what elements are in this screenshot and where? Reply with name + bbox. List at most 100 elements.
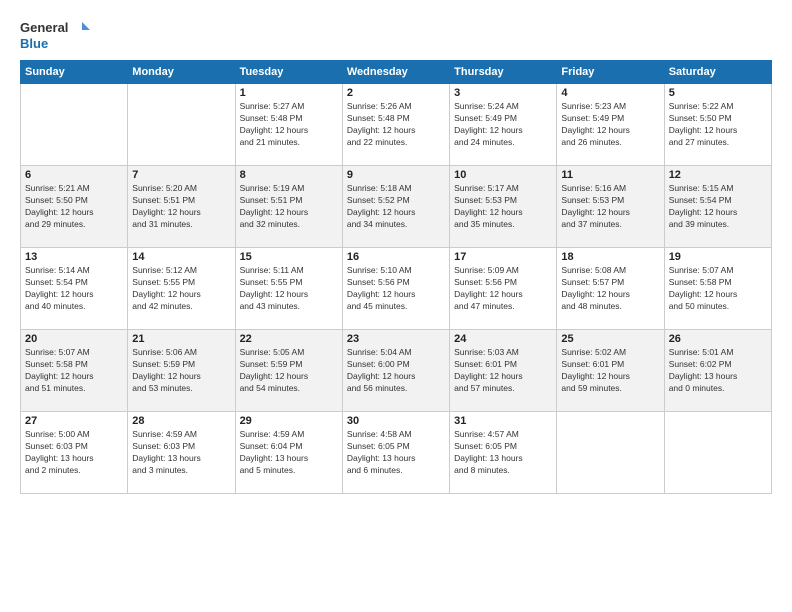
day-number: 3 [454,87,552,99]
page-header: General Blue [20,16,772,52]
calendar-cell: 21Sunrise: 5:06 AM Sunset: 5:59 PM Dayli… [128,330,235,412]
calendar-cell: 16 Sunrise: 5:10 AM Sunset: 5:56 PM Dayli… [342,248,449,330]
cell-daylight-info: Sunrise: 5:02 AM Sunset: 6:01 PM Dayligh… [561,347,659,395]
calendar-cell: 14 Sunrise: 5:12 AM Sunset: 5:55 PM Dayli… [128,248,235,330]
calendar-cell: 22Sunrise: 5:05 AM Sunset: 5:59 PM Dayli… [235,330,342,412]
day-number: 5 [669,87,767,99]
calendar-cell: 7Sunrise: 5:20 AM Sunset: 5:51 PM Daylig… [128,166,235,248]
day-number: 24 [454,333,552,345]
day-number: 15 [240,251,338,263]
calendar-week-1: 1 Sunrise: 5:27 AM Sunset: 5:48 PM Daylig… [21,84,772,166]
calendar-cell: 18 Sunrise: 5:08 AM Sunset: 5:57 PM Dayli… [557,248,664,330]
cell-daylight-info: Sunrise: 5:21 AM Sunset: 5:50 PM Dayligh… [25,183,123,231]
svg-text:General: General [20,20,68,35]
logo: General Blue [20,16,90,52]
cell-daylight-info: Sunrise: 5:18 AM Sunset: 5:52 PM Dayligh… [347,183,445,231]
calendar-cell: 29 Sunrise: 4:59 AM Sunset: 6:04 PM Dayli… [235,412,342,494]
cell-daylight-info: Sunrise: 5:07 AM Sunset: 5:58 PM Dayligh… [669,265,767,313]
day-number: 16 [347,251,445,263]
calendar-cell: 3 Sunrise: 5:24 AM Sunset: 5:49 PM Daylig… [450,84,557,166]
cell-daylight-info: Sunrise: 5:12 AM Sunset: 5:55 PM Dayligh… [132,265,230,313]
column-header-wednesday: Wednesday [342,61,449,84]
cell-daylight-info: Sunrise: 5:03 AM Sunset: 6:01 PM Dayligh… [454,347,552,395]
cell-daylight-info: Sunrise: 5:15 AM Sunset: 5:54 PM Dayligh… [669,183,767,231]
cell-daylight-info: Sunrise: 5:07 AM Sunset: 5:58 PM Dayligh… [25,347,123,395]
calendar-week-4: 20 Sunrise: 5:07 AM Sunset: 5:58 PM Dayli… [21,330,772,412]
day-number: 19 [669,251,767,263]
calendar-cell [664,412,771,494]
day-number: 17 [454,251,552,263]
column-header-tuesday: Tuesday [235,61,342,84]
cell-daylight-info: Sunrise: 5:09 AM Sunset: 5:56 PM Dayligh… [454,265,552,313]
cell-daylight-info: Sunrise: 5:19 AM Sunset: 5:51 PM Dayligh… [240,183,338,231]
cell-daylight-info: Sunrise: 5:17 AM Sunset: 5:53 PM Dayligh… [454,183,552,231]
day-number: 27 [25,415,123,427]
calendar-cell: 5 Sunrise: 5:22 AM Sunset: 5:50 PM Daylig… [664,84,771,166]
day-number: 2 [347,87,445,99]
day-number: 6 [25,169,123,181]
column-header-monday: Monday [128,61,235,84]
column-header-thursday: Thursday [450,61,557,84]
cell-daylight-info: Sunrise: 5:10 AM Sunset: 5:56 PM Dayligh… [347,265,445,313]
calendar-cell: 17 Sunrise: 5:09 AM Sunset: 5:56 PM Dayli… [450,248,557,330]
calendar-table: SundayMondayTuesdayWednesdayThursdayFrid… [20,60,772,494]
calendar-cell [128,84,235,166]
column-header-friday: Friday [557,61,664,84]
day-number: 1 [240,87,338,99]
calendar-cell: 10 Sunrise: 5:17 AM Sunset: 5:53 PM Dayli… [450,166,557,248]
calendar-week-3: 13 Sunrise: 5:14 AM Sunset: 5:54 PM Dayli… [21,248,772,330]
cell-daylight-info: Sunrise: 4:59 AM Sunset: 6:03 PM Dayligh… [132,429,230,477]
calendar-cell: 19 Sunrise: 5:07 AM Sunset: 5:58 PM Dayli… [664,248,771,330]
day-number: 18 [561,251,659,263]
day-number: 31 [454,415,552,427]
day-number: 10 [454,169,552,181]
cell-daylight-info: Sunrise: 5:08 AM Sunset: 5:57 PM Dayligh… [561,265,659,313]
calendar-cell [21,84,128,166]
cell-daylight-info: Sunrise: 5:22 AM Sunset: 5:50 PM Dayligh… [669,101,767,149]
svg-text:Blue: Blue [20,36,48,51]
cell-daylight-info: Sunrise: 4:59 AM Sunset: 6:04 PM Dayligh… [240,429,338,477]
calendar-cell: 31 Sunrise: 4:57 AM Sunset: 6:05 PM Dayli… [450,412,557,494]
calendar-cell: 27Sunrise: 5:00 AM Sunset: 6:03 PM Dayli… [21,412,128,494]
day-number: 14 [132,251,230,263]
day-number: 23 [347,333,445,345]
cell-daylight-info: Sunrise: 5:24 AM Sunset: 5:49 PM Dayligh… [454,101,552,149]
calendar-cell: 24 Sunrise: 5:03 AM Sunset: 6:01 PM Dayli… [450,330,557,412]
calendar-cell: 15 Sunrise: 5:11 AM Sunset: 5:55 PM Dayli… [235,248,342,330]
cell-daylight-info: Sunrise: 5:11 AM Sunset: 5:55 PM Dayligh… [240,265,338,313]
cell-daylight-info: Sunrise: 5:06 AM Sunset: 5:59 PM Dayligh… [132,347,230,395]
calendar-header-row: SundayMondayTuesdayWednesdayThursdayFrid… [21,61,772,84]
day-number: 29 [240,415,338,427]
calendar-cell [557,412,664,494]
calendar-cell: 11 Sunrise: 5:16 AM Sunset: 5:53 PM Dayli… [557,166,664,248]
cell-daylight-info: Sunrise: 5:14 AM Sunset: 5:54 PM Dayligh… [25,265,123,313]
column-header-sunday: Sunday [21,61,128,84]
calendar-cell: 9 Sunrise: 5:18 AM Sunset: 5:52 PM Daylig… [342,166,449,248]
column-header-saturday: Saturday [664,61,771,84]
calendar-cell: 30 Sunrise: 4:58 AM Sunset: 6:05 PM Dayli… [342,412,449,494]
calendar-cell: 23Sunrise: 5:04 AM Sunset: 6:00 PM Dayli… [342,330,449,412]
day-number: 9 [347,169,445,181]
cell-daylight-info: Sunrise: 5:26 AM Sunset: 5:48 PM Dayligh… [347,101,445,149]
day-number: 7 [132,169,230,181]
cell-daylight-info: Sunrise: 5:01 AM Sunset: 6:02 PM Dayligh… [669,347,767,395]
day-number: 11 [561,169,659,181]
calendar-cell: 2 Sunrise: 5:26 AM Sunset: 5:48 PM Daylig… [342,84,449,166]
calendar-week-5: 27Sunrise: 5:00 AM Sunset: 6:03 PM Dayli… [21,412,772,494]
calendar-cell: 25Sunrise: 5:02 AM Sunset: 6:01 PM Dayli… [557,330,664,412]
day-number: 20 [25,333,123,345]
cell-daylight-info: Sunrise: 4:57 AM Sunset: 6:05 PM Dayligh… [454,429,552,477]
day-number: 12 [669,169,767,181]
calendar-cell: 6 Sunrise: 5:21 AM Sunset: 5:50 PM Daylig… [21,166,128,248]
cell-daylight-info: Sunrise: 5:27 AM Sunset: 5:48 PM Dayligh… [240,101,338,149]
cell-daylight-info: Sunrise: 4:58 AM Sunset: 6:05 PM Dayligh… [347,429,445,477]
day-number: 13 [25,251,123,263]
calendar-cell: 1 Sunrise: 5:27 AM Sunset: 5:48 PM Daylig… [235,84,342,166]
day-number: 30 [347,415,445,427]
day-number: 26 [669,333,767,345]
day-number: 8 [240,169,338,181]
cell-daylight-info: Sunrise: 5:16 AM Sunset: 5:53 PM Dayligh… [561,183,659,231]
day-number: 28 [132,415,230,427]
logo-svg: General Blue [20,16,90,52]
cell-daylight-info: Sunrise: 5:23 AM Sunset: 5:49 PM Dayligh… [561,101,659,149]
